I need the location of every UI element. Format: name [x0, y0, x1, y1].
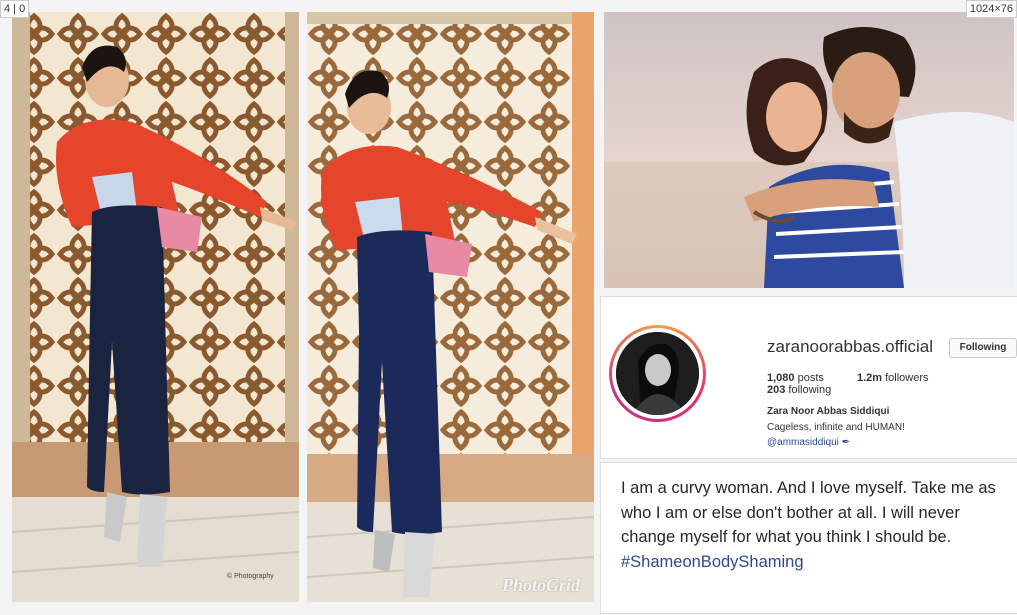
- profile-full-name: Zara Noor Abbas Siddiqui: [767, 406, 890, 417]
- quote-hashtag[interactable]: #ShameonBodyShaming: [621, 553, 804, 571]
- image-size-label: 1024×76: [965, 0, 1017, 18]
- quote-text-block: I am a curvy woman. And I love myself. T…: [621, 476, 1011, 574]
- followers-label: followers: [885, 372, 929, 384]
- photo-credit: © Photography: [227, 572, 274, 580]
- posts-stat[interactable]: 1,080 posts: [767, 372, 824, 384]
- profile-bio: Cageless, infinite and HUMAN!: [767, 422, 905, 433]
- profile-mention-link[interactable]: @ammasiddiqui ✒: [767, 437, 850, 448]
- couple-photo: [604, 12, 1014, 288]
- quote-body: I am a curvy woman. And I love myself. T…: [621, 479, 996, 546]
- dance-photo-left: © Photography: [12, 12, 299, 602]
- couple-photo-illustration: [604, 12, 1014, 288]
- instagram-profile-card: zaranoorabbas.official Following 1,080 p…: [600, 296, 1017, 459]
- quote-card: I am a curvy woman. And I love myself. T…: [600, 462, 1017, 614]
- followers-stat[interactable]: 1.2m followers: [857, 372, 929, 384]
- avatar[interactable]: [616, 332, 699, 415]
- photogrid-watermark: PhotoGrid: [501, 575, 580, 595]
- following-label: following: [788, 384, 832, 396]
- posts-label: posts: [797, 372, 824, 384]
- dance-photo-left-illustration: © Photography: [12, 12, 299, 602]
- dance-photo-middle-illustration: [307, 12, 594, 602]
- profile-username[interactable]: zaranoorabbas.official: [767, 337, 933, 357]
- posts-count: 1,080: [767, 372, 795, 384]
- dance-photo-middle: PhotoGrid: [307, 12, 594, 602]
- followers-count: 1.2m: [856, 372, 883, 384]
- following-stat[interactable]: 203 following: [767, 384, 831, 396]
- following-button[interactable]: Following: [949, 338, 1017, 358]
- profile-avatar-ring: [609, 325, 706, 422]
- image-index-label: 4 | 0: [0, 0, 30, 18]
- following-count: 203: [767, 384, 786, 396]
- profile-stats: 1,080 posts 1.2m followers 203 following: [767, 372, 1017, 396]
